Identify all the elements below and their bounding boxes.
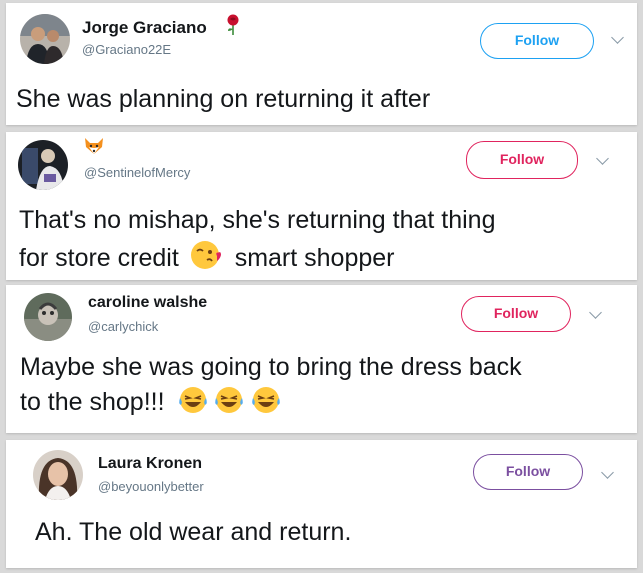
tweet-text: Maybe she was going to bring the dress b… — [20, 353, 522, 381]
follow-button[interactable]: Follow — [461, 296, 571, 332]
tweet-card: Laura Kronen @beyouonlybetter Follow Ah.… — [6, 440, 637, 568]
crying-laughing-face-icon — [214, 386, 244, 414]
tweet-text: That's no mishap, she's returning that t… — [19, 206, 496, 234]
author-name[interactable]: Jorge Graciano — [82, 18, 207, 38]
follow-button[interactable]: Follow — [473, 454, 583, 490]
fox-icon — [84, 137, 104, 160]
tweet-text: She was planning on returning it after — [16, 85, 431, 113]
chevron-down-icon[interactable] — [589, 306, 602, 319]
author-name[interactable]: Laura Kronen — [98, 455, 202, 473]
chevron-down-icon[interactable] — [611, 31, 624, 44]
avatar[interactable] — [20, 14, 70, 64]
face-blowing-kiss-icon — [190, 240, 224, 270]
author-handle[interactable]: @beyouonlybetter — [98, 479, 204, 494]
avatar[interactable] — [18, 140, 68, 190]
tweet-text-line-2: for store credit smart shopper — [19, 240, 394, 273]
tweet-card: caroline walshe @carlychick Follow Maybe… — [6, 285, 637, 433]
tweet-text: Ah. The old wear and return. — [35, 518, 352, 546]
follow-button[interactable]: Follow — [480, 23, 594, 59]
rose-icon — [225, 14, 241, 41]
tweet-card: @SentinelofMercy Follow That's no mishap… — [6, 132, 637, 280]
chevron-down-icon[interactable] — [596, 152, 609, 165]
author-handle[interactable]: @carlychick — [88, 319, 158, 334]
follow-button[interactable]: Follow — [466, 141, 578, 179]
tweet-text-line-2: to the shop!!! — [20, 386, 281, 417]
crying-laughing-face-icon — [178, 386, 208, 414]
avatar[interactable] — [24, 293, 72, 341]
avatar[interactable] — [33, 450, 83, 500]
tweet-text-part: for store credit — [19, 244, 179, 272]
chevron-down-icon[interactable] — [601, 466, 614, 479]
author-handle[interactable]: @SentinelofMercy — [84, 165, 190, 180]
author-name[interactable]: caroline walshe — [88, 294, 207, 312]
tweet-text-part: to the shop!!! — [20, 388, 165, 416]
tweet-text-part: smart shopper — [234, 244, 395, 272]
author-handle[interactable]: @Graciano22E — [82, 42, 171, 57]
crying-laughing-face-icon — [251, 386, 281, 414]
tweet-card: Jorge Graciano @Graciano22E Follow She w… — [6, 3, 637, 125]
